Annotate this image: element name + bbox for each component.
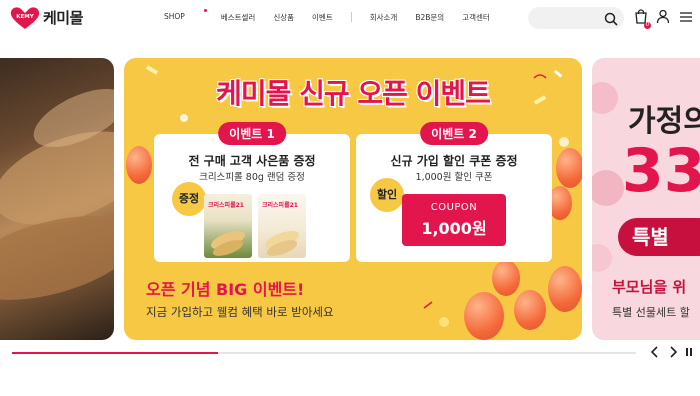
heart-logo-icon: KEMY [10, 6, 40, 29]
nav-divider [350, 12, 352, 22]
balloon-icon [548, 266, 582, 312]
balloon-icon [492, 260, 520, 296]
coupon-value: 1,000원 [421, 219, 487, 238]
slider-progress-fill [12, 352, 218, 354]
nav-item-bestseller[interactable]: 베스트셀러 [221, 12, 256, 23]
crispy-roll-image [264, 230, 300, 256]
event-1-tag: 이벤트 1 [218, 122, 286, 145]
nav-item-new[interactable]: 신상품 [273, 12, 294, 23]
main-nav: SHOP 베스트셀러 신상품 이벤트 회사소개 B2B문의 고객센터 [164, 9, 508, 23]
next-slide-pill: 특별 [618, 218, 700, 256]
nav-item-event[interactable]: 이벤트 [312, 12, 333, 23]
pause-icon[interactable] [684, 346, 694, 361]
nav-label: SHOP [164, 12, 185, 21]
search-icon[interactable] [604, 11, 618, 30]
nav-item-support[interactable]: 고객센터 [462, 12, 490, 23]
chevron-left-icon[interactable] [650, 346, 660, 361]
product-2-label: 크리스피롤21 [262, 202, 298, 209]
next-slide-number: 33 [622, 136, 700, 206]
search-input[interactable] [528, 7, 624, 29]
event-2-card[interactable]: 이벤트 2 신규 가입 할인 쿠폰 증정 1,000원 할인 쿠폰 할인 COU… [356, 122, 552, 262]
next-slide-title: 가정의 [628, 104, 700, 139]
event-2-title: 신규 가입 할인 쿠폰 증정 [390, 154, 518, 168]
coupon-label: COUPON [430, 202, 478, 213]
nav-item-shop[interactable]: SHOP [164, 9, 207, 23]
gift-badge: 증정 [172, 182, 206, 216]
header: KEMY 케미몰 SHOP 베스트셀러 신상품 이벤트 회사소개 B2B문의 고… [0, 0, 700, 38]
balloon-icon [126, 146, 152, 184]
event-2-tag: 이벤트 2 [420, 122, 488, 145]
brand-name: 케미몰 [43, 8, 83, 27]
slide-next-partial[interactable]: 가정의 33 특별 부모님을 위 특별 선물세트 할 [592, 58, 700, 340]
balloon-icon [556, 148, 582, 188]
next-slide-subtitle: 특별 선물세트 할 [612, 306, 690, 319]
svg-text:KEMY: KEMY [16, 14, 34, 20]
nav-item-about[interactable]: 회사소개 [370, 12, 398, 23]
chevron-right-icon[interactable] [668, 346, 678, 361]
product-1-label: 크리스피롤21 [208, 202, 244, 209]
logo[interactable]: KEMY 케미몰 [10, 6, 83, 29]
event-1-subtitle: 크리스피롤 80g 랜덤 증정 [199, 172, 305, 183]
product-package-1: 크리스피롤21 [204, 194, 252, 258]
cart-count-badge: 0 [644, 22, 651, 29]
cart-icon[interactable]: 0 [634, 9, 651, 29]
balloon-icon [464, 292, 504, 340]
big-event-subtitle: 지금 가입하고 웰컴 혜택 바로 받아세요 [146, 305, 334, 319]
coupon-graphic: COUPON 1,000원 [402, 194, 506, 246]
menu-icon[interactable] [679, 9, 693, 28]
discount-badge: 할인 [370, 178, 404, 212]
product-package-2: 크리스피롤21 [258, 194, 306, 258]
new-dot [203, 9, 207, 12]
slide-prev-partial[interactable] [0, 58, 114, 340]
user-icon[interactable] [656, 9, 670, 28]
slider-progress-bar[interactable] [12, 352, 636, 354]
event-1-card[interactable]: 이벤트 1 전 구매 고객 사은품 증정 크리스피롤 80g 랜덤 증정 증정 … [154, 122, 350, 262]
nav-item-b2b[interactable]: B2B문의 [415, 12, 444, 23]
big-event-heading: 오픈 기념 BIG 이벤트! [146, 280, 305, 299]
slide-open-event[interactable]: 케미몰 신규 오픈 이벤트 이벤트 1 전 구매 고객 사은품 증정 크리스피롤… [124, 58, 582, 340]
event-1-title: 전 구매 고객 사은품 증정 [188, 154, 316, 168]
bread-photo [0, 88, 114, 300]
crispy-roll-image [210, 230, 246, 256]
banner-title: 케미몰 신규 오픈 이벤트 [216, 77, 491, 110]
next-slide-heading: 부모님을 위 [612, 278, 687, 296]
balloon-icon [514, 290, 546, 330]
